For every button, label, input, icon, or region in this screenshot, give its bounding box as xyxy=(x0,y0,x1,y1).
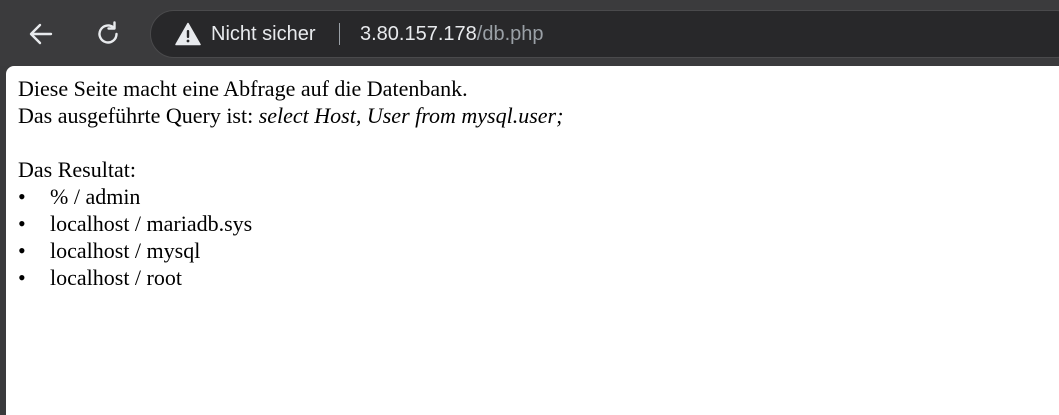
list-item: • localhost / mysql xyxy=(18,237,563,264)
back-button[interactable] xyxy=(19,12,63,56)
list-item: • localhost / mariadb.sys xyxy=(18,210,563,237)
list-item: • % / admin xyxy=(18,183,563,210)
bullet: • xyxy=(18,184,26,209)
result-value: localhost / root xyxy=(50,265,182,290)
address-bar[interactable]: Nicht sicher 3.80.157.178/db.php xyxy=(150,10,1059,58)
result-heading: Das Resultat: xyxy=(18,157,136,182)
intro-text: Diese Seite macht eine Abfrage auf die D… xyxy=(18,76,468,101)
security-indicator[interactable]: Nicht sicher xyxy=(175,11,315,57)
page-viewport: Diese Seite macht eine Abfrage auf die D… xyxy=(6,66,1059,415)
reload-icon xyxy=(98,21,118,44)
bullet: • xyxy=(18,265,26,290)
query-prefix: Das ausgeführte Query ist: xyxy=(18,103,259,128)
query-text: select Host, User from mysql.user; xyxy=(258,103,564,128)
page-content: Diese Seite macht eine Abfrage auf die D… xyxy=(18,75,563,291)
result-list: • % / admin • localhost / mariadb.sys • loc… xyxy=(18,183,563,291)
url-text[interactable]: 3.80.157.178/db.php xyxy=(360,11,544,57)
list-item: • localhost / root xyxy=(18,264,563,291)
arrow-left-icon xyxy=(29,23,53,45)
result-value: % / admin xyxy=(50,184,141,209)
warning-triangle-icon xyxy=(175,22,201,46)
result-value: localhost / mysql xyxy=(50,238,201,263)
bullet: • xyxy=(18,211,26,236)
url-host: 3.80.157.178 xyxy=(360,22,477,45)
omnibox-divider xyxy=(339,23,340,45)
query-line: Das ausgeführte Query ist: select Host, … xyxy=(18,102,563,129)
browser-toolbar: Nicht sicher 3.80.157.178/db.php xyxy=(0,0,1059,66)
bullet: • xyxy=(18,238,26,263)
url-path: /db.php xyxy=(476,22,544,45)
reload-button[interactable] xyxy=(86,12,130,56)
security-label: Nicht sicher xyxy=(211,22,316,45)
result-value: localhost / mariadb.sys xyxy=(50,211,253,236)
